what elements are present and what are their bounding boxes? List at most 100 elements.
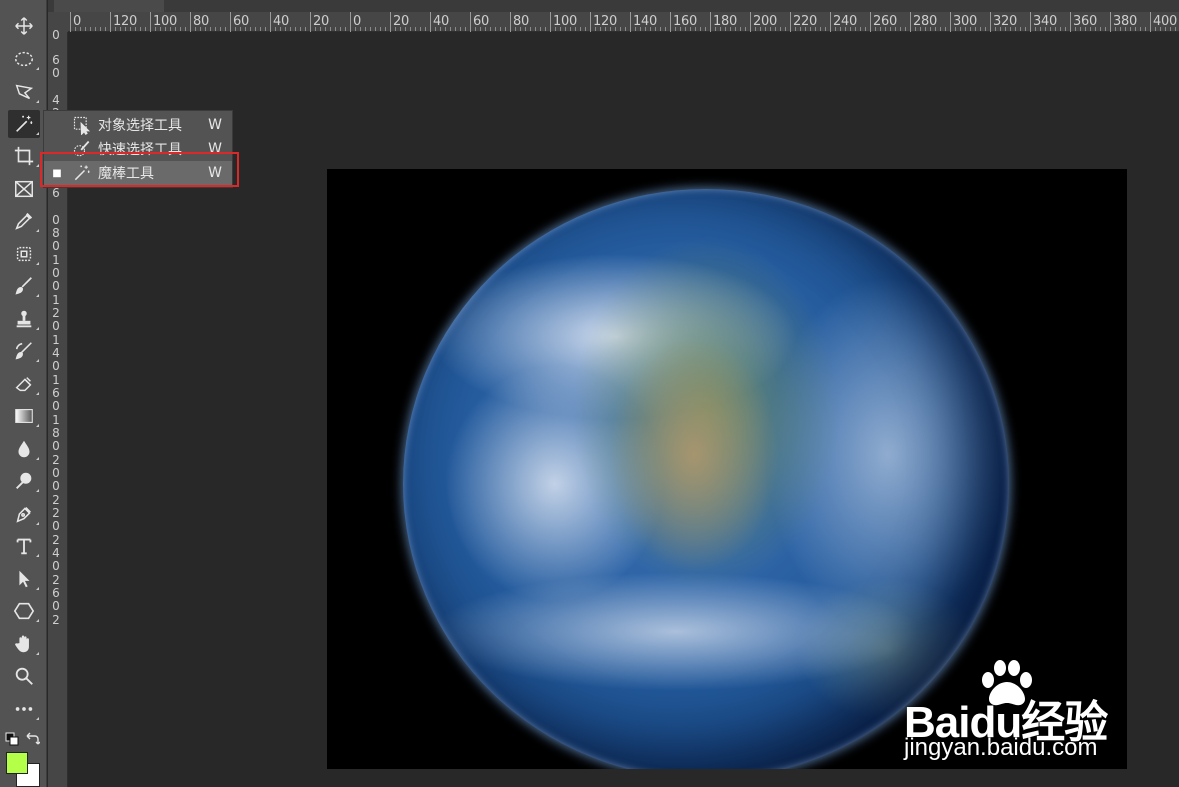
ruler-minor-tick	[450, 27, 451, 31]
path-selection-tool[interactable]	[8, 565, 40, 593]
ruler-minor-tick	[400, 27, 401, 31]
ruler-minor-tick	[660, 27, 661, 31]
ruler-minor-tick	[960, 27, 961, 31]
ruler-minor-tick	[860, 27, 861, 31]
hand-tool[interactable]	[8, 630, 40, 658]
zoom-icon	[15, 667, 33, 685]
crop-tool[interactable]	[8, 142, 40, 170]
ruler-minor-tick	[1005, 27, 1006, 31]
ruler-minor-tick	[295, 27, 296, 31]
ruler-minor-tick	[1060, 27, 1061, 31]
ruler-minor-tick	[920, 27, 921, 31]
healing-brush-icon	[16, 246, 32, 262]
ruler-minor-tick	[85, 27, 86, 31]
eyedropper-tool[interactable]	[8, 207, 40, 235]
swap-colors-icon[interactable]	[26, 731, 40, 745]
ruler-minor-tick	[1080, 27, 1081, 31]
pen-tool[interactable]	[8, 500, 40, 528]
ruler-minor-tick	[210, 27, 211, 31]
clone-stamp-tool[interactable]	[8, 305, 40, 333]
ruler-major-tick	[230, 12, 231, 32]
flyout-item-object-selection[interactable]: 对象选择工具 W	[44, 113, 232, 137]
marquee-tool[interactable]	[8, 45, 40, 73]
ruler-minor-tick	[805, 27, 806, 31]
ruler-major-tick	[1110, 12, 1111, 32]
default-colors-icon[interactable]	[5, 732, 19, 746]
ruler-minor-tick	[120, 27, 121, 31]
ruler-minor-tick	[1045, 27, 1046, 31]
ruler-minor-tick	[395, 27, 396, 31]
arrow-icon	[19, 570, 30, 588]
ruler-major-tick	[110, 12, 111, 32]
ruler-minor-tick	[955, 27, 956, 31]
ruler-minor-tick	[585, 27, 586, 31]
ruler-label: 6	[52, 186, 60, 200]
ruler-label: 0	[52, 359, 60, 373]
ruler-minor-tick	[665, 27, 666, 31]
ruler-minor-tick	[1140, 27, 1141, 31]
ruler-minor-tick	[405, 27, 406, 31]
ruler-minor-tick	[685, 27, 686, 31]
ruler-minor-tick	[325, 27, 326, 31]
object-selection-icon	[73, 116, 91, 135]
ruler-minor-tick	[655, 27, 656, 31]
ruler-minor-tick	[315, 27, 316, 31]
ruler-minor-tick	[755, 27, 756, 31]
blur-tool[interactable]	[8, 435, 40, 463]
ruler-minor-tick	[240, 27, 241, 31]
type-tool[interactable]	[8, 532, 40, 560]
horizontal-ruler[interactable]: 0 120 100 80 60 40 20 0 20 40 60 80 100 120 140 160 180 2…	[68, 12, 1179, 32]
flyout-item-label: 对象选择工具	[98, 118, 182, 134]
ruler-minor-tick	[1085, 27, 1086, 31]
ruler-minor-tick	[675, 27, 676, 31]
lasso-tool[interactable]	[8, 78, 40, 106]
ruler-minor-tick	[125, 27, 126, 31]
zoom-tool[interactable]	[8, 662, 40, 690]
ruler-minor-tick	[700, 27, 701, 31]
ruler-minor-tick	[335, 27, 336, 31]
pen-icon	[16, 507, 31, 523]
ruler-minor-tick	[600, 27, 601, 31]
ruler-minor-tick	[420, 27, 421, 31]
crop-icon	[14, 146, 34, 166]
ruler-major-tick	[310, 12, 311, 32]
ruler-minor-tick	[1025, 27, 1026, 31]
ruler-minor-tick	[1175, 27, 1176, 31]
ruler-minor-tick	[735, 27, 736, 31]
dodge-tool[interactable]	[8, 467, 40, 495]
ruler-minor-tick	[810, 27, 811, 31]
flyout-item-shortcut: W	[208, 117, 222, 133]
ruler-minor-tick	[900, 27, 901, 31]
ruler-minor-tick	[500, 27, 501, 31]
document-tab[interactable]	[54, 0, 164, 12]
ruler-minor-tick	[1165, 27, 1166, 31]
gradient-tool[interactable]	[8, 402, 40, 430]
ruler-label: 0	[52, 239, 60, 253]
ruler-minor-tick	[565, 27, 566, 31]
shape-tool[interactable]	[8, 597, 40, 625]
ruler-minor-tick	[705, 27, 706, 31]
ruler-minor-tick	[610, 27, 611, 31]
ruler-minor-tick	[330, 27, 331, 31]
ruler-label: 0	[52, 559, 60, 573]
frame-tool[interactable]	[8, 175, 40, 203]
ruler-minor-tick	[1095, 27, 1096, 31]
ruler-major-tick	[790, 12, 791, 32]
history-brush-tool[interactable]	[8, 337, 40, 365]
ruler-minor-tick	[490, 27, 491, 31]
ruler-minor-tick	[1035, 27, 1036, 31]
annotation-highlight-box	[40, 152, 239, 187]
foreground-color-swatch[interactable]	[6, 752, 28, 774]
more-tools[interactable]	[8, 695, 40, 723]
magic-wand-tool[interactable]	[8, 110, 40, 138]
ruler-label: 2	[52, 613, 60, 627]
ruler-major-tick	[950, 12, 951, 32]
brush-icon	[15, 277, 32, 295]
eraser-tool[interactable]	[8, 370, 40, 398]
brush-tool[interactable]	[8, 272, 40, 300]
move-tool[interactable]	[8, 12, 40, 40]
type-icon	[16, 538, 32, 555]
ruler-minor-tick	[595, 27, 596, 31]
healing-brush-tool[interactable]	[8, 240, 40, 268]
ruler-minor-tick	[1145, 27, 1146, 31]
